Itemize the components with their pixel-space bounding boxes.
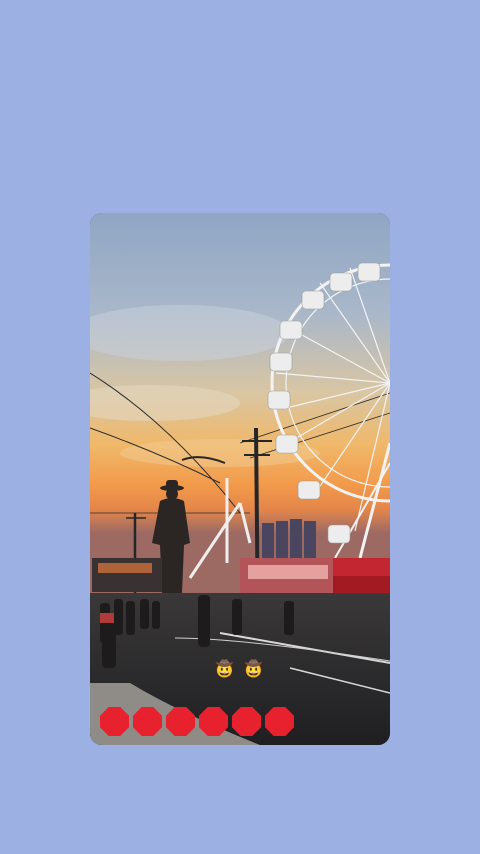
stop-sign-sticker[interactable]: [100, 707, 129, 736]
emoji-caption: 🤠 🤠: [214, 659, 266, 678]
stop-sign-sticker[interactable]: [166, 707, 195, 736]
stop-sign-sticker[interactable]: [133, 707, 162, 736]
stop-sign-sticker[interactable]: [265, 707, 294, 736]
sticker-row: [100, 707, 294, 739]
stop-sign-sticker[interactable]: [232, 707, 261, 736]
stop-sign-sticker[interactable]: [199, 707, 228, 736]
story-media-card[interactable]: 🤠 🤠: [90, 213, 390, 745]
